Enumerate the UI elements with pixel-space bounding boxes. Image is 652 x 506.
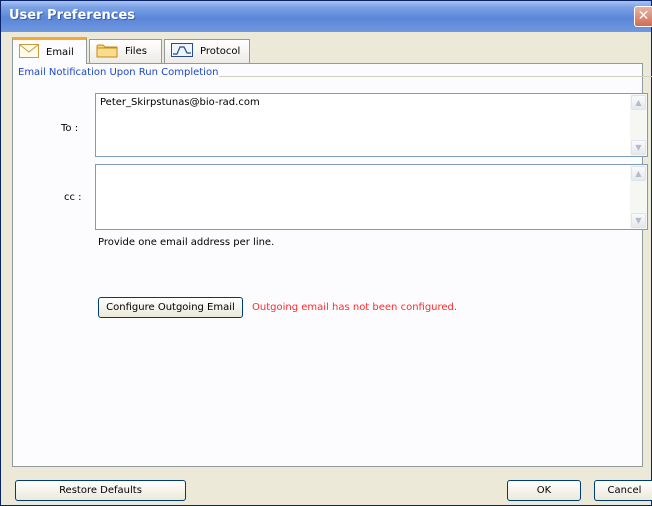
scroll-down-icon[interactable]: ▼ [631, 213, 646, 228]
restore-defaults-button[interactable]: Restore Defaults [15, 480, 186, 501]
close-button[interactable]: ✕ [634, 6, 652, 27]
envelope-icon [19, 43, 39, 61]
tab-protocol[interactable]: Protocol [164, 39, 250, 63]
ok-button[interactable]: OK [507, 480, 581, 501]
tab-files[interactable]: Files [89, 39, 162, 63]
scroll-down-icon[interactable]: ▼ [631, 140, 646, 155]
user-preferences-dialog: User Preferences ✕ Email Files Protocol … [0, 0, 652, 506]
tab-email[interactable]: Email [12, 37, 87, 64]
to-value: Peter_Skirpstunas@bio-rad.com [100, 97, 260, 108]
tab-protocol-label: Protocol [200, 46, 241, 57]
tab-email-label: Email [46, 46, 74, 58]
email-hint: Provide one email address per line. [98, 237, 275, 248]
protocol-chart-icon [171, 43, 193, 60]
to-field[interactable]: Peter_Skirpstunas@bio-rad.com ▲ ▼ [95, 93, 648, 157]
scroll-up-icon[interactable]: ▲ [631, 166, 646, 181]
tab-strip: Email Files Protocol [12, 37, 642, 64]
cc-scrollbar[interactable]: ▲ ▼ [630, 165, 647, 229]
tab-files-label: Files [125, 46, 147, 57]
email-status-message: Outgoing email has not been configured. [252, 302, 458, 313]
cc-label: cc : [64, 192, 82, 203]
cancel-button[interactable]: Cancel [594, 480, 652, 501]
window-title: User Preferences [9, 8, 136, 23]
configure-outgoing-email-button[interactable]: Configure Outgoing Email [98, 297, 243, 318]
scroll-up-icon[interactable]: ▲ [631, 95, 646, 110]
cc-field[interactable]: ▲ ▼ [95, 164, 648, 230]
group-title: Email Notification Upon Run Completion [17, 67, 220, 78]
folder-icon [96, 43, 118, 61]
to-scrollbar[interactable]: ▲ ▼ [630, 94, 647, 156]
to-label: To : [61, 123, 79, 134]
title-bar[interactable]: User Preferences ✕ [1, 1, 652, 32]
close-icon: ✕ [637, 8, 650, 24]
